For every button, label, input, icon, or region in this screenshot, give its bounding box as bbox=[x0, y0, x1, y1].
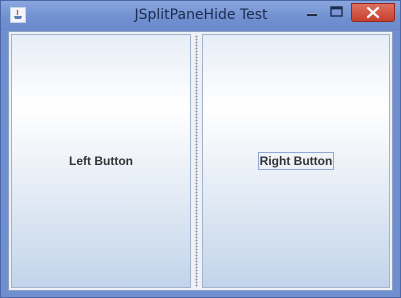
minimize-button[interactable] bbox=[300, 3, 324, 21]
split-pane: Left Button Right Button bbox=[8, 31, 393, 291]
right-button-label: Right Button bbox=[257, 152, 335, 170]
left-button[interactable]: Left Button bbox=[11, 34, 191, 288]
split-divider-grip bbox=[195, 35, 198, 287]
title-bar[interactable]: JSplitPaneHide Test bbox=[1, 1, 400, 31]
split-divider[interactable] bbox=[192, 32, 201, 290]
close-button[interactable] bbox=[351, 3, 395, 22]
maximize-button[interactable] bbox=[324, 3, 348, 21]
window-title: JSplitPaneHide Test bbox=[134, 7, 268, 23]
right-button[interactable]: Right Button bbox=[202, 34, 390, 288]
left-button-label: Left Button bbox=[69, 154, 133, 168]
java-app-icon[interactable] bbox=[10, 7, 26, 23]
app-window: JSplitPaneHide Test Left Button Right Bu… bbox=[0, 0, 401, 298]
